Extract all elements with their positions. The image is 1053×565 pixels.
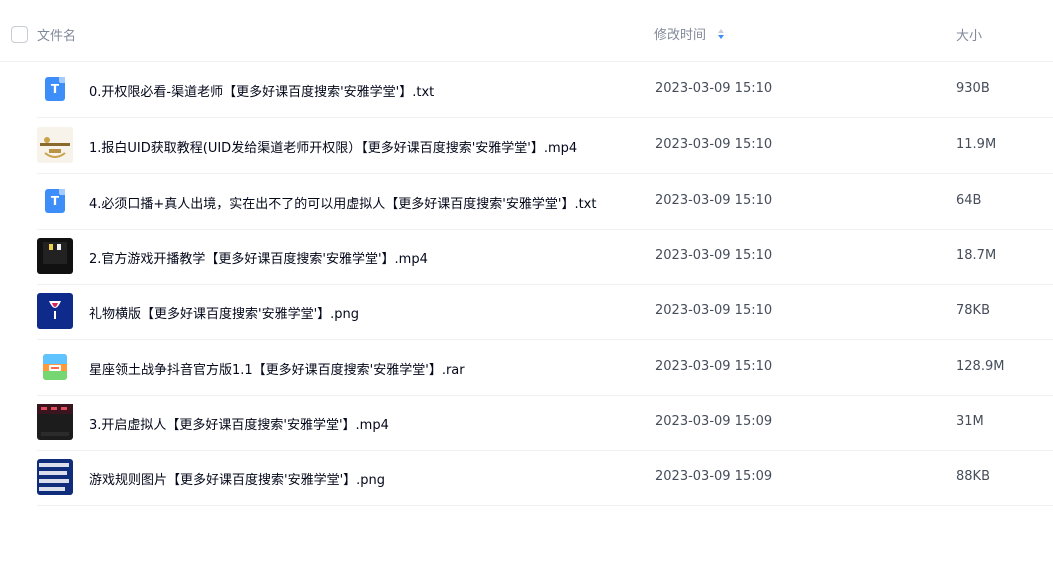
file-name[interactable]: 1.报白UID获取教程(UID发给渠道老师开权限）【更多好课百度搜索'安雅学堂'… bbox=[89, 137, 577, 156]
file-modified-time: 2023-03-09 15:10 bbox=[655, 137, 773, 152]
file-row[interactable]: 3.开启虚拟人【更多好课百度搜索'安雅学堂'】.mp4 2023-03-09 1… bbox=[37, 395, 1053, 451]
file-modified-time: 2023-03-09 15:10 bbox=[655, 248, 773, 263]
column-header-file-name[interactable]: 文件名 bbox=[37, 25, 76, 44]
archive-file-icon bbox=[43, 354, 67, 380]
file-name[interactable]: 星座领土战争抖音官方版1.1【更多好课百度搜索'安雅学堂'】.rar bbox=[89, 359, 465, 378]
file-modified-time: 2023-03-09 15:09 bbox=[655, 469, 773, 484]
column-header-size[interactable]: 大小 bbox=[956, 25, 982, 44]
file-size: 31M bbox=[956, 414, 984, 429]
file-name[interactable]: 0.开权限必看-渠道老师【更多好课百度搜索'安雅学堂'】.txt bbox=[89, 81, 434, 100]
file-name[interactable]: 游戏规则图片【更多好课百度搜索'安雅学堂'】.png bbox=[89, 469, 385, 488]
file-size: 64B bbox=[956, 193, 982, 208]
file-size: 930B bbox=[956, 81, 990, 96]
file-name[interactable]: 4.必须口播+真人出境，实在出不了的可以用虚拟人【更多好课百度搜索'安雅学堂'】… bbox=[89, 193, 596, 212]
sort-descending-icon[interactable] bbox=[717, 28, 725, 40]
txt-file-icon: T bbox=[37, 183, 73, 219]
file-row[interactable]: 礼物横版【更多好课百度搜索'安雅学堂'】.png 2023-03-09 15:1… bbox=[37, 284, 1053, 340]
file-row[interactable]: T 4.必须口播+真人出境，实在出不了的可以用虚拟人【更多好课百度搜索'安雅学堂… bbox=[37, 174, 1053, 230]
image-thumbnail bbox=[37, 459, 73, 495]
file-list-header: 文件名 修改时间 大小 bbox=[0, 0, 1053, 62]
file-row[interactable]: T 0.开权限必看-渠道老师【更多好课百度搜索'安雅学堂'】.txt 2023-… bbox=[37, 62, 1053, 118]
file-row[interactable]: 2.官方游戏开播教学【更多好课百度搜索'安雅学堂'】.mp4 2023-03-0… bbox=[37, 229, 1053, 285]
file-modified-time: 2023-03-09 15:10 bbox=[655, 303, 773, 318]
file-name[interactable]: 礼物横版【更多好课百度搜索'安雅学堂'】.png bbox=[89, 303, 359, 322]
video-thumbnail bbox=[37, 404, 73, 440]
file-name[interactable]: 3.开启虚拟人【更多好课百度搜索'安雅学堂'】.mp4 bbox=[89, 414, 389, 433]
file-modified-time: 2023-03-09 15:10 bbox=[655, 193, 773, 208]
column-header-modified-time[interactable]: 修改时间 bbox=[654, 24, 706, 43]
file-row[interactable]: 1.报白UID获取教程(UID发给渠道老师开权限）【更多好课百度搜索'安雅学堂'… bbox=[37, 118, 1053, 174]
file-name[interactable]: 2.官方游戏开播教学【更多好课百度搜索'安雅学堂'】.mp4 bbox=[89, 248, 428, 267]
txt-file-icon: T bbox=[37, 71, 73, 107]
file-size: 88KB bbox=[956, 469, 990, 484]
file-size: 11.9M bbox=[956, 137, 997, 152]
video-thumbnail bbox=[37, 238, 73, 274]
file-modified-time: 2023-03-09 15:09 bbox=[655, 414, 773, 429]
file-size: 78KB bbox=[956, 303, 990, 318]
file-row[interactable]: 星座领土战争抖音官方版1.1【更多好课百度搜索'安雅学堂'】.rar 2023-… bbox=[37, 340, 1053, 396]
image-thumbnail bbox=[37, 293, 73, 329]
video-thumbnail bbox=[37, 127, 73, 163]
file-modified-time: 2023-03-09 15:10 bbox=[655, 81, 773, 96]
select-all-checkbox[interactable] bbox=[11, 26, 28, 43]
file-row[interactable]: 游戏规则图片【更多好课百度搜索'安雅学堂'】.png 2023-03-09 15… bbox=[37, 450, 1053, 506]
file-size: 18.7M bbox=[956, 248, 997, 263]
file-modified-time: 2023-03-09 15:10 bbox=[655, 359, 773, 374]
file-size: 128.9M bbox=[956, 359, 1005, 374]
